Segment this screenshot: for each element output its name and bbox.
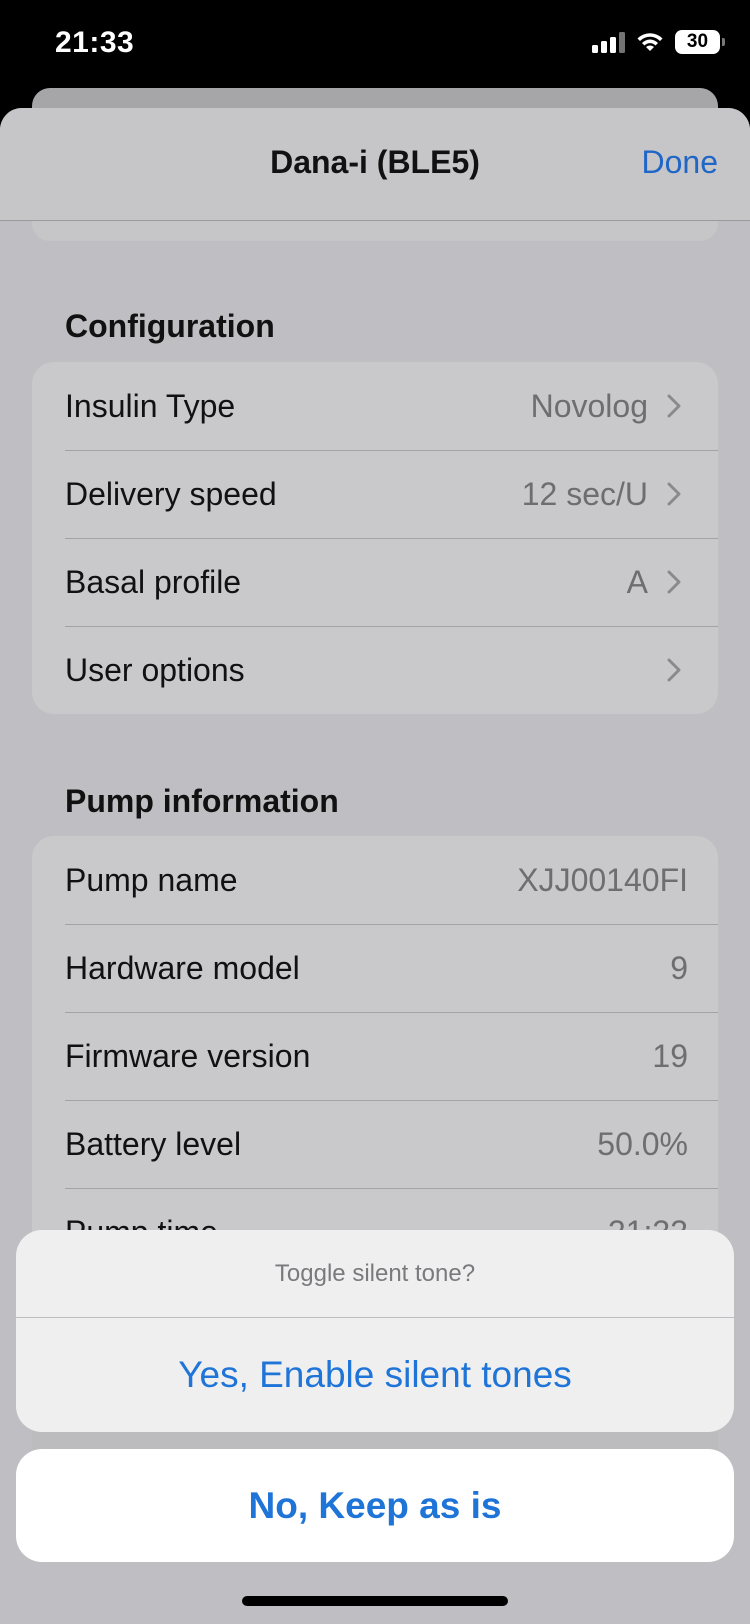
row-label: Hardware model [65,949,300,986]
status-icons: 30 [592,30,725,54]
row-value: Novolog [530,387,648,424]
done-button[interactable]: Done [642,144,719,181]
home-indicator[interactable] [242,1596,508,1606]
delivery-speed-row[interactable]: Delivery speed 12 sec/U [32,450,718,538]
enable-silent-tones-button[interactable]: Yes, Enable silent tones [16,1318,734,1432]
wifi-icon [637,33,663,51]
row-label: User options [65,651,245,688]
row-label: Battery level [65,1125,242,1162]
basal-profile-row[interactable]: Basal profile A [32,538,718,626]
keep-as-is-button[interactable]: No, Keep as is [16,1449,734,1562]
pump-information-header: Pump information [65,783,339,819]
battery-icon: 30 [675,30,725,54]
configuration-header: Configuration [65,308,275,344]
chevron-right-icon [660,656,688,684]
row-value: XJJ00140FI [517,861,688,898]
user-options-row[interactable]: User options [32,626,718,714]
chevron-right-icon [660,480,688,508]
insulin-type-row[interactable]: Insulin Type Novolog [32,362,718,450]
row-value: A [626,563,648,600]
row-label: Basal profile [65,563,242,600]
hardware-model-row: Hardware model 9 [32,924,718,1012]
row-value: 50.0% [597,1125,688,1162]
status-bar: 21:33 30 [0,0,750,95]
status-time: 21:33 [55,26,135,59]
pump-name-row: Pump name XJJ00140FI [32,836,718,924]
top-card-edge [32,221,718,241]
page-title: Dana-i (BLE5) [270,144,480,180]
row-label: Insulin Type [65,387,236,424]
configuration-group: Insulin Type Novolog Delivery speed 12 s… [32,362,718,714]
row-value: 12 sec/U [521,475,648,512]
battery-level: 30 [686,31,709,52]
chevron-right-icon [660,568,688,596]
row-label: Pump name [65,861,238,898]
row-label: Firmware version [65,1037,311,1074]
row-value: 19 [652,1037,688,1074]
row-value: 9 [670,949,688,986]
pump-information-group: Pump name XJJ00140FI Hardware model 9 Fi… [32,836,718,1276]
action-sheet: Toggle silent tone? Yes, Enable silent t… [16,1230,734,1432]
navigation-bar: Dana-i (BLE5) Done [0,108,750,221]
firmware-version-row: Firmware version 19 [32,1012,718,1100]
action-sheet-title: Toggle silent tone? [16,1230,734,1318]
battery-level-row: Battery level 50.0% [32,1100,718,1188]
row-label: Delivery speed [65,475,277,512]
chevron-right-icon [660,392,688,420]
cellular-signal-icon [592,31,625,53]
